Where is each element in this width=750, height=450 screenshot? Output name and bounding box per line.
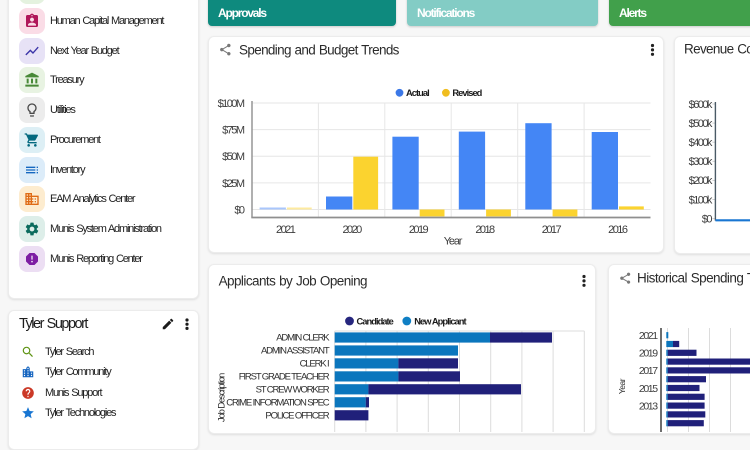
svg-text:2021: 2021 bbox=[639, 330, 658, 342]
svg-text:$100k: $100k bbox=[689, 194, 713, 206]
svg-text:New Applicant: New Applicant bbox=[414, 316, 466, 326]
svg-text:Historical Spending Trends: Historical Spending Trends bbox=[637, 270, 750, 285]
svg-text:$75M: $75M bbox=[222, 125, 245, 137]
svg-text:$100M: $100M bbox=[218, 98, 245, 110]
svg-text:Actual: Actual bbox=[406, 88, 429, 98]
svg-text:2017: 2017 bbox=[542, 224, 562, 236]
svg-text:2019: 2019 bbox=[409, 224, 429, 236]
svg-text:2015: 2015 bbox=[639, 383, 658, 395]
svg-text:$200k: $200k bbox=[689, 175, 713, 187]
svg-text:$25M: $25M bbox=[222, 178, 245, 190]
svg-text:POLICE OFFICER: POLICE OFFICER bbox=[265, 410, 329, 421]
svg-text:Job Description: Job Description bbox=[217, 373, 228, 422]
svg-text:$600k: $600k bbox=[689, 99, 713, 111]
svg-text:2013: 2013 bbox=[639, 400, 658, 412]
svg-text:ST CREW WORKER: ST CREW WORKER bbox=[256, 384, 330, 395]
svg-text:Revised: Revised bbox=[452, 88, 482, 98]
svg-text:$500k: $500k bbox=[689, 118, 713, 130]
svg-text:$0: $0 bbox=[702, 213, 713, 225]
svg-text:Applicants by Job Opening: Applicants by Job Opening bbox=[219, 274, 367, 289]
svg-text:CLERK I: CLERK I bbox=[300, 358, 329, 369]
svg-text:Revenue Collections: Revenue Collections bbox=[684, 42, 750, 57]
svg-text:2018: 2018 bbox=[475, 224, 495, 236]
svg-text:$0: $0 bbox=[234, 205, 245, 217]
svg-text:Year: Year bbox=[444, 236, 463, 248]
svg-text:2019: 2019 bbox=[639, 348, 658, 360]
svg-text:ADMIN CLERK: ADMIN CLERK bbox=[276, 333, 330, 344]
svg-text:Candidate: Candidate bbox=[357, 316, 394, 326]
svg-text:2021: 2021 bbox=[276, 224, 296, 236]
svg-text:Year: Year bbox=[617, 378, 627, 394]
svg-text:CRIME INFORMATION SPEC: CRIME INFORMATION SPEC bbox=[226, 397, 330, 408]
svg-text:$400k: $400k bbox=[689, 137, 713, 149]
svg-text:Spending and Budget Trends: Spending and Budget Trends bbox=[239, 43, 400, 58]
svg-text:ADMIN ASSISTANT: ADMIN ASSISTANT bbox=[261, 346, 330, 357]
svg-text:$300k: $300k bbox=[689, 156, 713, 168]
svg-text:$50M: $50M bbox=[222, 151, 245, 163]
svg-text:FIRST GRADE TEACHER: FIRST GRADE TEACHER bbox=[239, 371, 330, 382]
svg-text:2017: 2017 bbox=[639, 365, 658, 377]
svg-text:2016: 2016 bbox=[608, 224, 628, 236]
svg-text:2020: 2020 bbox=[342, 224, 362, 236]
